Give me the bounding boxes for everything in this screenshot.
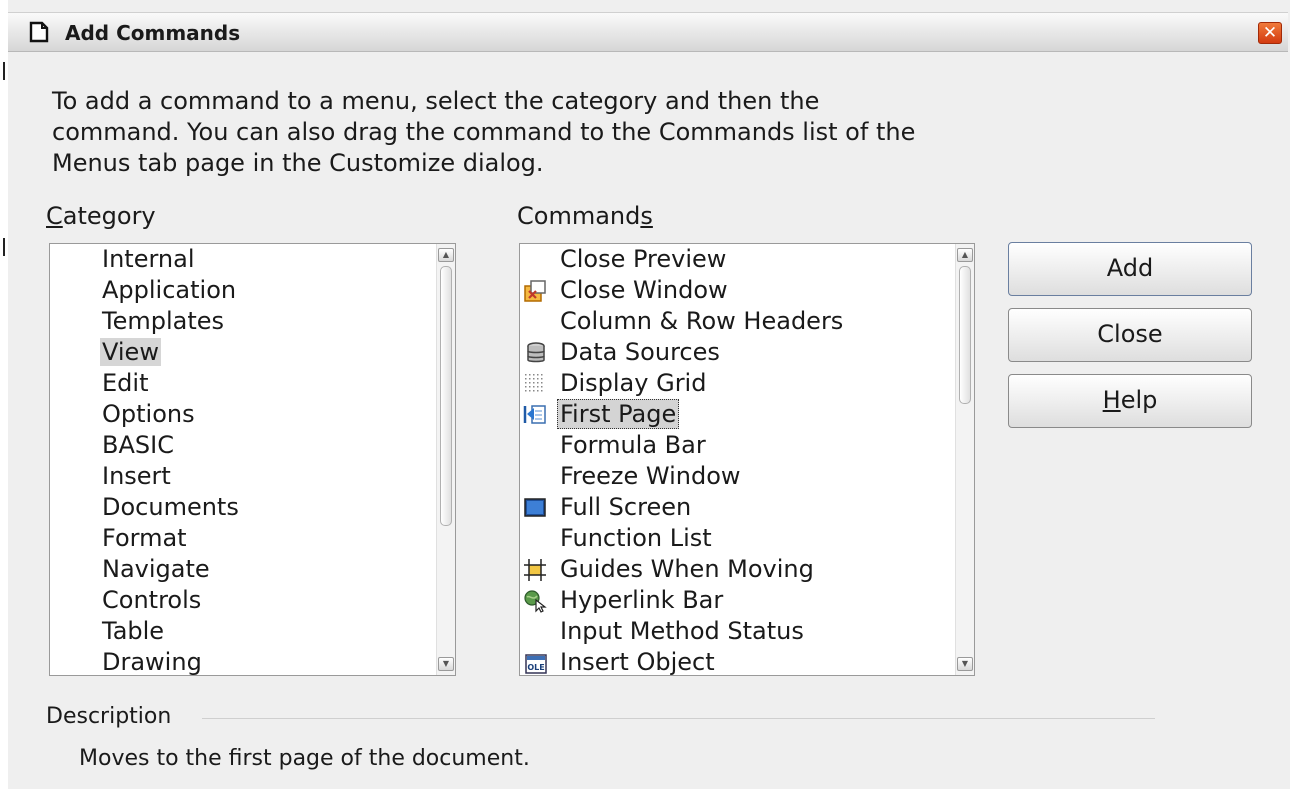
guides-icon (524, 559, 546, 581)
category-scrollbar[interactable]: ▲ ▼ (436, 244, 455, 675)
command-item[interactable]: Full Screen (560, 493, 691, 521)
scroll-down-icon[interactable]: ▼ (438, 657, 454, 671)
category-label-mnemonic: C (46, 202, 63, 230)
scroll-thumb[interactable] (440, 266, 452, 526)
description-separator (202, 718, 1155, 719)
add-button[interactable]: Add (1008, 242, 1252, 296)
add-commands-dialog: Add Commands ✕ To add a command to a men… (0, 0, 1290, 789)
command-item[interactable]: Hyperlink Bar (560, 586, 723, 614)
description-label: Description (46, 704, 172, 729)
command-item[interactable]: Guides When Moving (560, 555, 814, 583)
category-list[interactable]: Internal Application Templates View Edit… (49, 243, 456, 676)
commands-label-mnemonic: s (640, 202, 653, 230)
category-item[interactable]: Drawing (102, 648, 202, 675)
category-item[interactable]: Internal (102, 245, 195, 273)
document-icon (29, 21, 49, 43)
category-item[interactable]: Edit (102, 369, 148, 397)
instructions-text: To add a command to a menu, select the c… (52, 87, 916, 177)
command-item[interactable]: Close Preview (560, 245, 726, 273)
category-item[interactable]: Application (102, 276, 236, 304)
full-screen-icon (524, 498, 546, 517)
command-item[interactable]: Column & Row Headers (560, 307, 843, 335)
command-item[interactable]: Data Sources (560, 338, 720, 366)
help-button[interactable]: Help (1008, 374, 1252, 428)
close-window-icon (524, 280, 546, 302)
category-item-selected[interactable]: View (100, 338, 161, 366)
database-icon (527, 342, 545, 363)
close-icon[interactable]: ✕ (1258, 22, 1282, 44)
help-mnemonic: H (1102, 386, 1121, 414)
command-item[interactable]: Freeze Window (560, 462, 741, 490)
scroll-thumb[interactable] (959, 266, 971, 404)
dialog-title: Add Commands (65, 21, 241, 45)
commands-list[interactable]: Close Preview Close Window Column & Row … (519, 243, 975, 676)
category-item[interactable]: Templates (102, 307, 224, 335)
scroll-up-icon[interactable]: ▲ (438, 248, 454, 262)
title-bar[interactable]: Add Commands ✕ (8, 12, 1288, 52)
category-label: Category (46, 202, 156, 230)
category-item[interactable]: Navigate (102, 555, 210, 583)
scroll-down-icon[interactable]: ▼ (957, 657, 973, 671)
category-item[interactable]: Table (102, 617, 164, 645)
command-item[interactable]: Display Grid (560, 369, 706, 397)
commands-label-main: Command (517, 202, 641, 230)
commands-scrollbar[interactable]: ▲ ▼ (955, 244, 974, 675)
window-edge (0, 0, 8, 789)
category-label-rest: ategory (62, 202, 156, 230)
close-button[interactable]: Close (1008, 308, 1252, 362)
command-item[interactable]: Close Window (560, 276, 728, 304)
command-item[interactable]: Formula Bar (560, 431, 706, 459)
ole-object-icon: OLE (525, 654, 547, 674)
help-label-rest: elp (1120, 386, 1158, 414)
category-item[interactable]: Options (102, 400, 195, 428)
first-page-icon (523, 405, 546, 424)
category-item[interactable]: BASIC (102, 431, 174, 459)
hyperlink-icon (524, 590, 547, 613)
edge-mark (3, 238, 5, 256)
command-item[interactable]: Function List (560, 524, 712, 552)
category-item[interactable]: Insert (102, 462, 171, 490)
category-item[interactable]: Documents (102, 493, 239, 521)
category-item[interactable]: Controls (102, 586, 201, 614)
category-item[interactable]: Format (102, 524, 187, 552)
svg-text:OLE: OLE (527, 663, 544, 672)
command-item[interactable]: Input Method Status (560, 617, 804, 645)
scroll-up-icon[interactable]: ▲ (957, 248, 973, 262)
description-text: Moves to the first page of the document. (79, 746, 530, 771)
edge-mark (3, 62, 5, 80)
grid-icon (525, 374, 543, 392)
commands-label: Commands (517, 202, 653, 230)
command-item-selected[interactable]: First Page (557, 399, 680, 429)
command-item[interactable]: Insert Object (560, 648, 715, 675)
